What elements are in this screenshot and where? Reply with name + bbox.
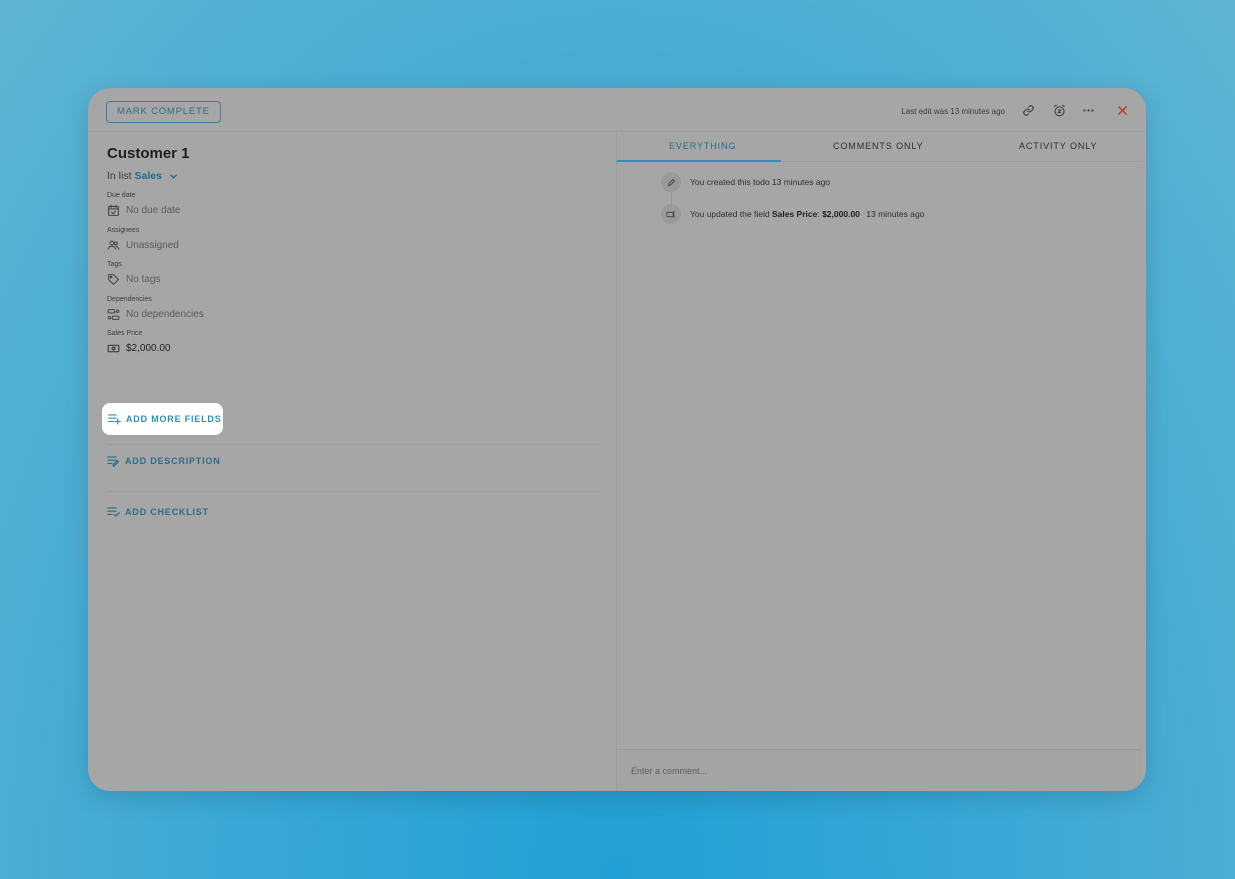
add-checklist-label: ADD CHECKLIST <box>125 507 209 517</box>
add-checklist-button[interactable]: ADD CHECKLIST <box>107 506 209 518</box>
divider <box>107 444 600 445</box>
activity-separator: : <box>817 209 820 219</box>
edit-notes-icon <box>107 455 120 467</box>
todo-title[interactable]: Customer 1 <box>107 145 190 162</box>
in-list-prefix: In list <box>107 170 132 182</box>
dependencies-field[interactable]: No dependencies <box>107 308 204 321</box>
assignees-field[interactable]: Unassigned <box>107 239 179 252</box>
mark-complete-button[interactable]: MARK COMPLETE <box>106 101 221 123</box>
people-icon <box>107 239 120 252</box>
tags-value: No tags <box>126 274 161 285</box>
todo-modal: MARK COMPLETE Last edit was 13 minutes a… <box>88 88 1146 791</box>
add-description-button[interactable]: ADD DESCRIPTION <box>107 455 221 467</box>
tab-everything[interactable]: EVERYTHING <box>669 141 736 151</box>
tags-field[interactable]: No tags <box>107 273 160 286</box>
activity-field-name: Sales Price <box>771 209 818 219</box>
close-icon[interactable] <box>1114 102 1130 118</box>
add-more-fields-highlight: ADD MORE FIELDS <box>102 403 223 435</box>
checklist-icon <box>107 506 120 518</box>
add-more-fields-button[interactable]: ADD MORE FIELDS <box>108 413 222 425</box>
assignees-value: Unassigned <box>126 240 179 251</box>
dependencies-icon <box>107 308 120 321</box>
comment-input[interactable] <box>631 763 1111 779</box>
sales-price-value: $2,000.00 <box>126 343 171 354</box>
due-date-value: No due date <box>126 205 181 216</box>
tab-activity-only[interactable]: ACTIVITY ONLY <box>1019 141 1097 151</box>
activity-tabs: EVERYTHING COMMENTS ONLY ACTIVITY ONLY <box>617 132 1141 162</box>
sales-price-field[interactable]: $2,000.00 <box>107 342 171 355</box>
add-more-fields-label: ADD MORE FIELDS <box>126 414 222 424</box>
comment-bar <box>617 749 1141 791</box>
calendar-check-icon <box>107 204 120 217</box>
playlist-add-icon <box>108 413 121 425</box>
dependencies-label: Dependencies <box>107 296 152 303</box>
sales-price-label: Sales Price <box>107 330 143 337</box>
activity-text: You created this todo 13 minutes ago <box>690 177 831 187</box>
list-name: Sales <box>134 170 162 182</box>
field-icon <box>661 204 681 224</box>
tab-comments-only[interactable]: COMMENTS ONLY <box>833 141 924 151</box>
activity-field-value: $2,000.00 <box>822 209 860 219</box>
modal-toolbar: MARK COMPLETE Last edit was 13 minutes a… <box>88 88 1146 132</box>
money-icon <box>107 342 120 355</box>
activity-panel: EVERYTHING COMMENTS ONLY ACTIVITY ONLY Y… <box>616 132 1141 791</box>
activity-item: You created this todo 13 minutes ago <box>690 177 830 187</box>
more-options-icon[interactable] <box>1080 102 1096 118</box>
tag-icon <box>107 273 120 286</box>
add-description-label: ADD DESCRIPTION <box>125 456 221 466</box>
due-date-label: Due date <box>107 192 136 199</box>
link-icon[interactable] <box>1020 102 1036 118</box>
dependencies-value: No dependencies <box>126 309 204 320</box>
due-date-field[interactable]: No due date <box>107 204 181 217</box>
assignees-label: Assignees <box>107 227 140 234</box>
last-edit-text: Last edit was 13 minutes ago <box>901 107 1005 116</box>
activity-item: You updated the field Sales Price: $2,00… <box>690 209 924 219</box>
active-tab-indicator <box>617 160 781 162</box>
activity-time: 13 minutes ago <box>866 209 925 219</box>
pencil-icon <box>661 172 681 192</box>
snooze-alarm-icon[interactable] <box>1051 102 1067 118</box>
details-panel: Customer 1 In list Sales Due date No due… <box>88 132 616 791</box>
list-selector[interactable]: In list Sales <box>107 170 178 182</box>
divider <box>107 491 600 492</box>
activity-prefix: You updated the field <box>690 209 770 219</box>
tags-label: Tags <box>107 261 122 268</box>
chevron-down-icon <box>169 172 178 181</box>
